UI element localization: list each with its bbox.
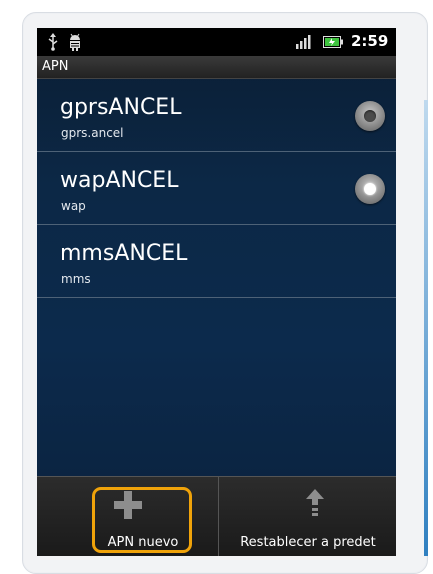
radio-button-selected[interactable]: [355, 174, 385, 204]
new-apn-label: APN nuevo: [107, 535, 179, 550]
clock: 2:59: [351, 32, 389, 50]
frame-edge: [424, 100, 428, 556]
new-apn-button[interactable]: APN nuevo: [37, 477, 217, 556]
apn-subtitle: mms: [61, 272, 91, 286]
apn-item-mms[interactable]: mmsANCEL mms: [37, 225, 396, 298]
apn-subtitle: wap: [61, 199, 86, 213]
phone-screen: 2:59 APN gprsANCEL gprs.ancel wapANCEL w…: [37, 28, 396, 556]
apn-list: gprsANCEL gprs.ancel wapANCEL wap mmsANC…: [37, 79, 396, 298]
signal-icon: [296, 35, 311, 49]
upload-icon: [306, 489, 324, 516]
apn-name: mmsANCEL: [60, 241, 188, 266]
apn-name: gprsANCEL: [60, 95, 182, 120]
android-debug-icon: [70, 33, 80, 51]
apn-item-gprs[interactable]: gprsANCEL gprs.ancel: [37, 79, 396, 152]
apn-item-wap[interactable]: wapANCEL wap: [37, 152, 396, 225]
apn-name: wapANCEL: [60, 168, 179, 193]
page-title: APN: [42, 59, 69, 74]
plus-icon: [114, 491, 142, 519]
reset-defaults-label: Restablecer a predet: [240, 535, 376, 550]
status-bar: 2:59: [37, 28, 396, 56]
radio-button[interactable]: [355, 101, 385, 131]
title-bar: APN: [37, 56, 396, 79]
usb-icon: [48, 33, 58, 51]
apn-subtitle: gprs.ancel: [61, 126, 124, 140]
battery-icon: [323, 36, 343, 48]
options-menu: APN nuevo Restablecer a predet: [37, 476, 396, 556]
reset-defaults-button[interactable]: Restablecer a predet: [218, 477, 396, 556]
